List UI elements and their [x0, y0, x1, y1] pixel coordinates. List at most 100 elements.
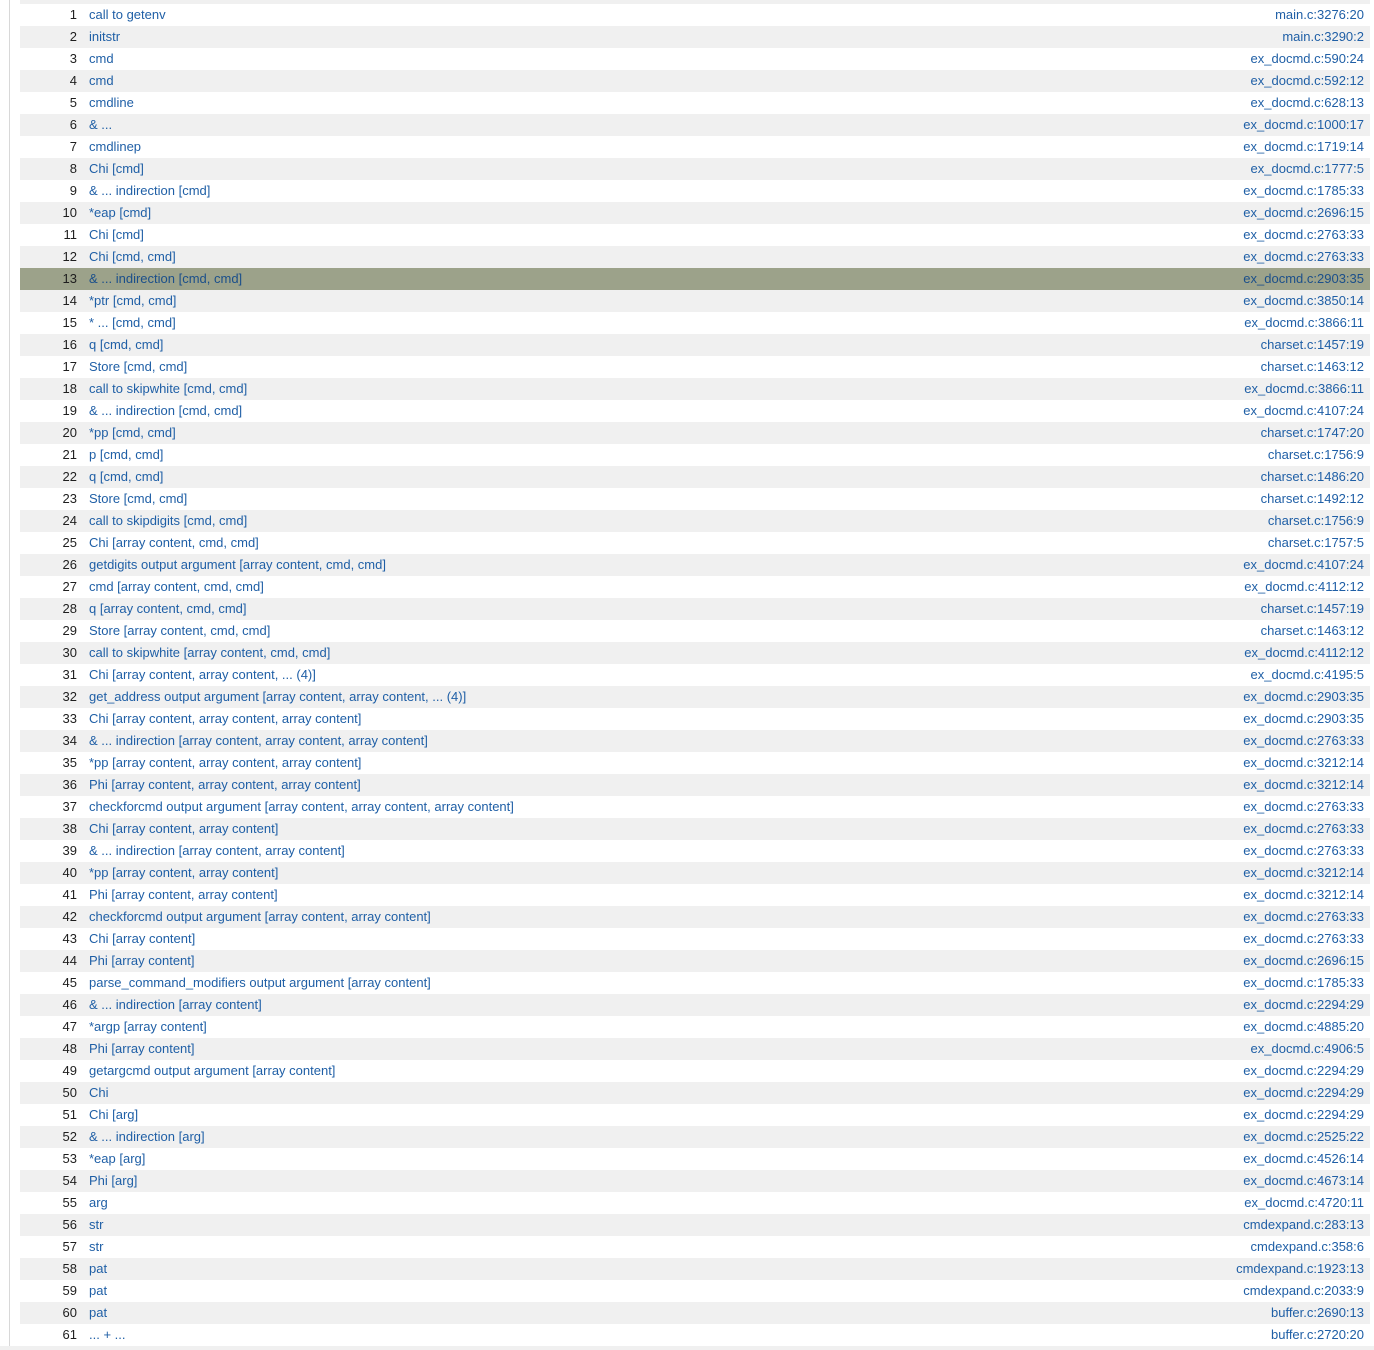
source-location-link[interactable]: ex_docmd.c:2294:29 [1243, 1085, 1364, 1100]
source-location-link[interactable]: ex_docmd.c:2696:15 [1243, 953, 1364, 968]
source-location-link[interactable]: ex_docmd.c:1785:33 [1243, 975, 1364, 990]
step-link[interactable]: & ... indirection [arg] [89, 1129, 205, 1144]
path-step-row[interactable]: 6 & ... ex_docmd.c:1000:17 [20, 114, 1370, 136]
source-location-link[interactable]: ex_docmd.c:2903:35 [1243, 689, 1364, 704]
source-location-link[interactable]: cmdexpand.c:283:13 [1243, 1217, 1364, 1232]
source-location-link[interactable]: ex_docmd.c:4112:12 [1244, 645, 1364, 660]
source-location-link[interactable]: ex_docmd.c:1719:14 [1243, 139, 1364, 154]
step-link[interactable]: *pp [array content, array content] [89, 865, 278, 880]
source-location-link[interactable]: charset.c:1463:12 [1261, 623, 1364, 638]
path-step-row[interactable]: 39 & ... indirection [array content, arra… [20, 840, 1370, 862]
path-step-row[interactable]: 58 pat cmdexpand.c:1923:13 [20, 1258, 1370, 1280]
step-link[interactable]: Phi [array content] [89, 953, 195, 968]
path-step-row[interactable]: 21 p [cmd, cmd] charset.c:1756:9 [20, 444, 1370, 466]
source-location-link[interactable]: ex_docmd.c:628:13 [1251, 95, 1364, 110]
source-location-link[interactable]: ex_docmd.c:2763:33 [1243, 909, 1364, 924]
path-step-row[interactable]: 30 call to skipwhite [array content, cmd,… [20, 642, 1370, 664]
step-link[interactable]: Chi [arg] [89, 1107, 138, 1122]
path-step-row[interactable]: 23 Store [cmd, cmd] charset.c:1492:12 [20, 488, 1370, 510]
source-location-link[interactable]: ex_docmd.c:592:12 [1251, 73, 1364, 88]
path-step-row[interactable]: 3 cmd ex_docmd.c:590:24 [20, 48, 1370, 70]
path-step-row[interactable]: 26 getdigits output argument [array conte… [20, 554, 1370, 576]
source-location-link[interactable]: ex_docmd.c:2763:33 [1243, 821, 1364, 836]
path-step-row[interactable]: 38 Chi [array content, array content] ex_d… [20, 818, 1370, 840]
path-step-row[interactable]: 27 cmd [array content, cmd, cmd] ex_docmd.… [20, 576, 1370, 598]
step-link[interactable]: Phi [array content] [89, 1041, 195, 1056]
step-link[interactable]: *argp [array content] [89, 1019, 207, 1034]
step-link[interactable]: Chi [array content] [89, 931, 195, 946]
source-location-link[interactable]: ex_docmd.c:3212:14 [1243, 777, 1364, 792]
path-step-row[interactable]: 10 *eap [cmd] ex_docmd.c:2696:15 [20, 202, 1370, 224]
source-location-link[interactable]: buffer.c:2690:13 [1271, 1305, 1364, 1320]
path-step-row[interactable]: 2 initstr main.c:3290:2 [20, 26, 1370, 48]
path-step-row[interactable]: 18 call to skipwhite [cmd, cmd] ex_docmd.c… [20, 378, 1370, 400]
path-step-row[interactable]: 43 Chi [array content] ex_docmd.c:2763:33 [20, 928, 1370, 950]
path-step-row[interactable]: 32 get_address output argument [array con… [20, 686, 1370, 708]
source-location-link[interactable]: cmdexpand.c:2033:9 [1243, 1283, 1364, 1298]
path-step-row[interactable]: 28 q [array content, cmd, cmd] charset.c:1… [20, 598, 1370, 620]
step-link[interactable]: str [89, 1217, 103, 1232]
path-step-row[interactable]: 7 cmdlinep ex_docmd.c:1719:14 [20, 136, 1370, 158]
source-location-link[interactable]: charset.c:1757:5 [1268, 535, 1364, 550]
path-step-row[interactable]: 37 checkforcmd output argument [array con… [20, 796, 1370, 818]
source-location-link[interactable]: main.c:3276:20 [1275, 7, 1364, 22]
source-location-link[interactable]: ex_docmd.c:4195:5 [1251, 667, 1364, 682]
step-link[interactable]: pat [89, 1283, 107, 1298]
step-link[interactable]: Phi [array content, array content, array… [89, 777, 361, 792]
source-location-link[interactable]: ex_docmd.c:3866:11 [1244, 381, 1364, 396]
step-link[interactable]: & ... indirection [cmd, cmd] [89, 271, 242, 286]
step-link[interactable]: Chi [array content, array content, array… [89, 711, 361, 726]
path-step-row[interactable]: 33 Chi [array content, array content, arr… [20, 708, 1370, 730]
path-step-row[interactable]: 8 Chi [cmd] ex_docmd.c:1777:5 [20, 158, 1370, 180]
step-link[interactable]: *eap [cmd] [89, 205, 151, 220]
source-location-link[interactable]: ex_docmd.c:3866:11 [1244, 315, 1364, 330]
step-link[interactable]: parse_command_modifiers output argument … [89, 975, 431, 990]
path-step-row[interactable]: 16 q [cmd, cmd] charset.c:1457:19 [20, 334, 1370, 356]
step-link[interactable]: getdigits output argument [array content… [89, 557, 386, 572]
source-location-link[interactable]: charset.c:1756:9 [1268, 513, 1364, 528]
step-link[interactable]: Store [cmd, cmd] [89, 359, 187, 374]
step-link[interactable]: & ... indirection [cmd] [89, 183, 210, 198]
source-location-link[interactable]: ex_docmd.c:2525:22 [1243, 1129, 1364, 1144]
path-step-row[interactable]: 59 pat cmdexpand.c:2033:9 [20, 1280, 1370, 1302]
step-link[interactable]: Chi [array content, cmd, cmd] [89, 535, 259, 550]
step-link[interactable]: checkforcmd output argument [array conte… [89, 909, 431, 924]
source-location-link[interactable]: ex_docmd.c:3212:14 [1243, 887, 1364, 902]
path-step-row[interactable]: 36 Phi [array content, array content, arr… [20, 774, 1370, 796]
path-step-row[interactable]: 48 Phi [array content] ex_docmd.c:4906:5 [20, 1038, 1370, 1060]
step-link[interactable]: cmd [89, 51, 114, 66]
source-location-link[interactable]: ex_docmd.c:2903:35 [1243, 271, 1364, 286]
source-location-link[interactable]: charset.c:1486:20 [1261, 469, 1364, 484]
source-location-link[interactable]: cmdexpand.c:358:6 [1251, 1239, 1364, 1254]
source-location-link[interactable]: charset.c:1463:12 [1261, 359, 1364, 374]
path-step-row[interactable]: 31 Chi [array content, array content, ...… [20, 664, 1370, 686]
path-step-row[interactable]: 50 Chi ex_docmd.c:2294:29 [20, 1082, 1370, 1104]
step-link[interactable]: & ... indirection [array content] [89, 997, 262, 1012]
step-link[interactable]: arg [89, 1195, 108, 1210]
step-link[interactable]: q [cmd, cmd] [89, 469, 163, 484]
step-link[interactable]: str [89, 1239, 103, 1254]
source-location-link[interactable]: ex_docmd.c:2763:33 [1243, 249, 1364, 264]
path-step-row[interactable]: 45 parse_command_modifiers output argumen… [20, 972, 1370, 994]
path-step-row[interactable]: 24 call to skipdigits [cmd, cmd] charset.c… [20, 510, 1370, 532]
path-step-row[interactable]: 60 pat buffer.c:2690:13 [20, 1302, 1370, 1324]
path-step-row[interactable]: 1 call to getenv main.c:3276:20 [20, 4, 1370, 26]
path-step-row[interactable]: 56 str cmdexpand.c:283:13 [20, 1214, 1370, 1236]
path-step-row[interactable]: 53 *eap [arg] ex_docmd.c:4526:14 [20, 1148, 1370, 1170]
step-link[interactable]: pat [89, 1261, 107, 1276]
step-link[interactable]: call to skipwhite [cmd, cmd] [89, 381, 247, 396]
step-link[interactable]: Chi [89, 1085, 109, 1100]
step-link[interactable]: initstr [89, 29, 120, 44]
step-link[interactable]: q [cmd, cmd] [89, 337, 163, 352]
path-step-row[interactable]: 57 str cmdexpand.c:358:6 [20, 1236, 1370, 1258]
step-link[interactable]: *pp [cmd, cmd] [89, 425, 176, 440]
source-location-link[interactable]: ex_docmd.c:2763:33 [1243, 931, 1364, 946]
step-link[interactable]: call to skipwhite [array content, cmd, c… [89, 645, 330, 660]
step-link[interactable]: ... + ... [89, 1327, 126, 1342]
path-step-row[interactable]: 55 arg ex_docmd.c:4720:11 [20, 1192, 1370, 1214]
path-step-row[interactable]: 15 * ... [cmd, cmd] ex_docmd.c:3866:11 [20, 312, 1370, 334]
source-location-link[interactable]: ex_docmd.c:4112:12 [1244, 579, 1364, 594]
path-step-row[interactable]: 14 *ptr [cmd, cmd] ex_docmd.c:3850:14 [20, 290, 1370, 312]
step-link[interactable]: get_address output argument [array conte… [89, 689, 466, 704]
step-link[interactable]: cmdline [89, 95, 134, 110]
